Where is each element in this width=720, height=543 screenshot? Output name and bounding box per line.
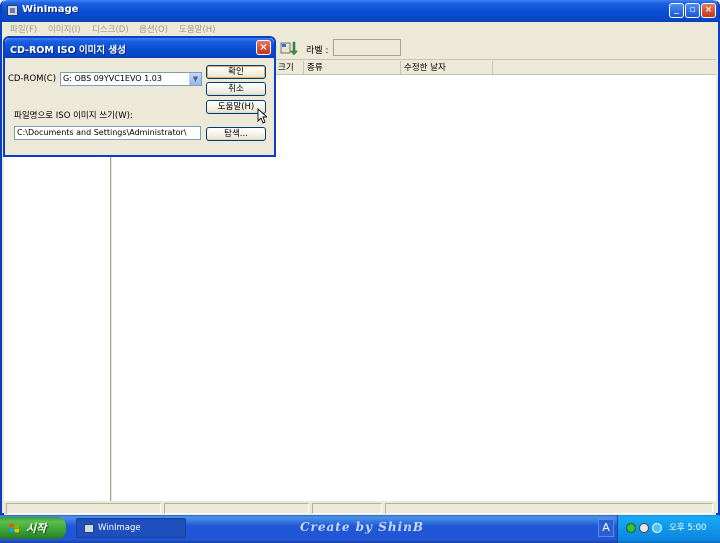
status-segment: [164, 503, 309, 514]
taskbar-item-label: WinImage: [98, 523, 141, 533]
cancel-button[interactable]: 취소: [206, 82, 266, 96]
menu-disk[interactable]: 디스크(D): [92, 23, 129, 35]
cdrom-iso-dialog: CD-ROM ISO 이미지 생성 × CD-ROM(C) G: OBS 09Y…: [3, 36, 276, 157]
label-caption: 라벨 :: [306, 46, 329, 56]
clock[interactable]: 오후 5:00: [669, 521, 706, 533]
close-icon[interactable]: ×: [701, 3, 716, 18]
tray-status-icon[interactable]: [626, 523, 636, 533]
watermark-signature: Create by ShinB: [300, 520, 424, 534]
ok-button[interactable]: 확인: [206, 65, 266, 79]
taskbar: 시작 WinImage Create by ShinB A 오후 5:00: [0, 515, 720, 543]
column-modified[interactable]: 수정한 날자: [401, 61, 493, 75]
extract-icon[interactable]: [280, 40, 298, 56]
app-icon: [7, 5, 18, 16]
tray-network-icon[interactable]: [652, 523, 662, 533]
dialog-title: CD-ROM ISO 이미지 생성: [10, 45, 126, 56]
windows-flag-icon: [9, 523, 19, 533]
system-tray: 오후 5:00: [617, 515, 720, 543]
dialog-titlebar[interactable]: CD-ROM ISO 이미지 생성 ×: [5, 38, 274, 58]
menu-file[interactable]: 파일(F): [10, 23, 37, 35]
menu-image[interactable]: 이미지(I): [48, 23, 81, 35]
label-field[interactable]: [333, 39, 401, 56]
window-titlebar[interactable]: WinImage _ ▫ ×: [2, 0, 718, 22]
status-segment: [385, 503, 713, 514]
window-title: WinImage: [22, 4, 79, 15]
menu-options[interactable]: 옵션(O): [139, 23, 168, 35]
menu-bar: 파일(F) 이미지(I) 디스크(D) 옵션(O) 도움말(H): [4, 22, 716, 36]
tray-security-icon[interactable]: [639, 523, 649, 533]
column-size[interactable]: 크기: [276, 61, 304, 75]
chevron-down-icon[interactable]: ▼: [189, 73, 201, 85]
browse-button[interactable]: 탐색...: [206, 127, 266, 141]
column-type[interactable]: 종류: [304, 61, 401, 75]
start-button[interactable]: 시작: [0, 517, 66, 539]
iso-path-input[interactable]: C:\Documents and Settings\Administrator\: [14, 126, 201, 140]
mouse-cursor-icon: [257, 108, 267, 124]
cdrom-select[interactable]: G: OBS 09YVC1EVO 1.03 ▼: [60, 72, 202, 86]
file-label: 파일명으로 ISO 이미지 쓰기(W):: [14, 111, 133, 121]
status-bar: [4, 501, 716, 515]
maximize-icon[interactable]: ▫: [685, 3, 700, 18]
close-icon[interactable]: ×: [256, 40, 271, 55]
app-icon: [84, 524, 94, 533]
status-segment: [312, 503, 382, 514]
menu-help[interactable]: 도움말(H): [179, 23, 215, 35]
cdrom-value: G: OBS 09YVC1EVO 1.03: [63, 74, 162, 83]
status-segment: [6, 503, 161, 514]
cdrom-label: CD-ROM(C): [8, 74, 57, 84]
ime-button[interactable]: A: [598, 519, 614, 537]
taskbar-item-winimage[interactable]: WinImage: [76, 518, 186, 538]
minimize-icon[interactable]: _: [669, 3, 684, 18]
iso-path-value: C:\Documents and Settings\Administrator\: [17, 128, 187, 137]
start-label: 시작: [26, 522, 47, 535]
